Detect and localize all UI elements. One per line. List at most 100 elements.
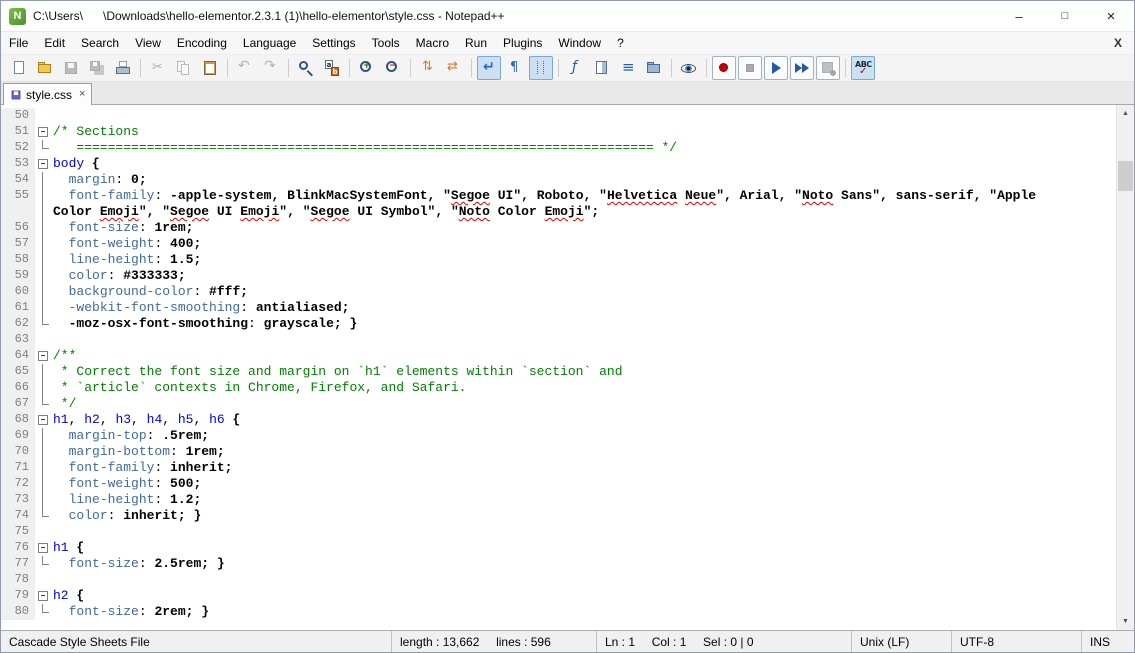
code-text[interactable]: font-family: inherit; <box>51 460 232 476</box>
sync-horizontal-scroll-button[interactable] <box>442 56 466 80</box>
code-text[interactable]: font-size: 2.5rem; } <box>51 556 225 572</box>
menu-item-settings[interactable]: Settings <box>304 32 363 54</box>
menu-item-window[interactable]: Window <box>550 32 609 54</box>
menu-item-help[interactable]: ? <box>609 32 632 54</box>
code-text[interactable]: * `article` contexts in Chrome, Firefox,… <box>51 380 466 396</box>
close-button[interactable]: × <box>1088 1 1134 31</box>
code-text[interactable]: color: #333333; <box>51 268 186 284</box>
copy-icon <box>175 59 193 77</box>
spell-check-button[interactable] <box>851 56 875 80</box>
code-text[interactable]: font-family: -apple-system, BlinkMacSyst… <box>51 188 1036 204</box>
code-text[interactable]: */ <box>51 396 76 412</box>
zoom-out-button[interactable] <box>381 56 405 80</box>
print-button[interactable] <box>111 56 135 80</box>
minimize-button[interactable]: – <box>996 1 1042 31</box>
code-text[interactable]: * Correct the font size and margin on `h… <box>51 364 623 380</box>
scrollbar-thumb[interactable] <box>1118 161 1133 191</box>
code-text[interactable]: /* Sections <box>51 124 139 140</box>
code-text[interactable]: background-color: #fff; <box>51 284 248 300</box>
maximize-button[interactable]: □ <box>1042 1 1088 31</box>
function-list-button[interactable] <box>564 56 588 80</box>
find-button[interactable] <box>294 56 318 80</box>
menu-item-file[interactable]: File <box>1 32 36 54</box>
code-text[interactable]: margin: 0; <box>51 172 147 188</box>
fold-toggle-icon[interactable] <box>35 412 51 428</box>
open-file-button[interactable] <box>33 56 57 80</box>
fold-toggle-icon[interactable] <box>35 156 51 172</box>
code-line-58: 58 line-height: 1.5; <box>1 252 1117 268</box>
menubar-close-icon[interactable]: X <box>1102 36 1134 50</box>
vertical-scrollbar[interactable]: ▲ ▼ <box>1116 105 1134 630</box>
code-text[interactable]: body { <box>51 156 100 172</box>
code-text[interactable]: line-height: 1.5; <box>51 252 201 268</box>
cut-button[interactable] <box>146 56 170 80</box>
macro-playback-button[interactable] <box>764 56 788 80</box>
copy-button[interactable] <box>172 56 196 80</box>
macro-run-multiple-button[interactable] <box>790 56 814 80</box>
code-text[interactable] <box>51 332 53 348</box>
code-text[interactable]: -moz-osx-font-smoothing: grayscale; } <box>51 316 357 332</box>
code-text[interactable]: h1 { <box>51 540 84 556</box>
code-text[interactable]: margin-bottom: 1rem; <box>51 444 225 460</box>
macro-stop-button[interactable] <box>738 56 762 80</box>
fold-toggle-icon[interactable] <box>35 588 51 604</box>
menu-item-tools[interactable]: Tools <box>364 32 408 54</box>
show-all-characters-button[interactable] <box>503 56 527 80</box>
tab-style-css[interactable]: style.css × <box>3 83 92 105</box>
menu-item-plugins[interactable]: Plugins <box>495 32 550 54</box>
code-text[interactable]: h2 { <box>51 588 84 604</box>
code-text[interactable]: font-size: 2rem; } <box>51 604 209 620</box>
code-text[interactable]: color: inherit; } <box>51 508 201 524</box>
code-text[interactable]: line-height: 1.2; <box>51 492 201 508</box>
code-text[interactable] <box>51 524 53 540</box>
folder-as-workspace-button[interactable] <box>642 56 666 80</box>
tab-close-icon[interactable]: × <box>79 89 85 100</box>
code-text[interactable]: -webkit-font-smoothing: antialiased; <box>51 300 349 316</box>
code-text[interactable]: h1, h2, h3, h4, h5, h6 { <box>51 412 240 428</box>
code-text[interactable]: ========================================… <box>51 140 677 156</box>
new-file-button[interactable] <box>7 56 31 80</box>
undo-button[interactable] <box>233 56 257 80</box>
code-text[interactable]: /** <box>51 348 76 364</box>
scroll-down-icon[interactable]: ▼ <box>1117 613 1134 630</box>
replace-button[interactable] <box>320 56 344 80</box>
redo-button[interactable] <box>259 56 283 80</box>
menu-item-macro[interactable]: Macro <box>408 32 457 54</box>
code-text[interactable] <box>51 572 53 588</box>
code-text[interactable]: margin-top: .5rem; <box>51 428 209 444</box>
editor[interactable]: 5051/* Sections52 ======================… <box>1 105 1134 630</box>
code-text[interactable]: font-size: 1rem; <box>51 220 193 236</box>
fold-toggle-icon[interactable] <box>35 348 51 364</box>
code-text[interactable]: font-weight: 400; <box>51 236 201 252</box>
menu-item-view[interactable]: View <box>127 32 169 54</box>
code-line-77: 77 font-size: 2.5rem; } <box>1 556 1117 572</box>
indent-guide-button[interactable] <box>529 56 553 80</box>
menu-item-encoding[interactable]: Encoding <box>169 32 235 54</box>
sync-vertical-scroll-button[interactable] <box>416 56 440 80</box>
document-list-button[interactable] <box>616 56 640 80</box>
macro-record-button[interactable] <box>712 56 736 80</box>
code-text[interactable]: Color Emoji", "Segoe UI Emoji", "Segoe U… <box>51 204 599 220</box>
macro-save-button[interactable] <box>816 56 840 80</box>
menu-item-language[interactable]: Language <box>235 32 304 54</box>
scroll-up-icon[interactable]: ▲ <box>1117 105 1134 122</box>
line-number: 69 <box>1 428 35 444</box>
fold-toggle-icon[interactable] <box>35 124 51 140</box>
zoom-in-button[interactable] <box>355 56 379 80</box>
code-text[interactable]: font-weight: 500; <box>51 476 201 492</box>
menu-item-edit[interactable]: Edit <box>36 32 73 54</box>
fold-toggle-icon[interactable] <box>35 540 51 556</box>
paste-button[interactable] <box>198 56 222 80</box>
monitoring-button[interactable] <box>677 56 701 80</box>
code-line-68: 68h1, h2, h3, h4, h5, h6 { <box>1 412 1117 428</box>
status-insert-mode[interactable]: INS <box>1081 631 1134 652</box>
document-map-button[interactable] <box>590 56 614 80</box>
code-area[interactable]: 5051/* Sections52 ======================… <box>1 105 1117 630</box>
save-button[interactable] <box>59 56 83 80</box>
word-wrap-button[interactable] <box>477 56 501 80</box>
menu-item-search[interactable]: Search <box>73 32 127 54</box>
code-text[interactable] <box>51 108 53 124</box>
menu-item-run[interactable]: Run <box>457 32 495 54</box>
code-line-wrap: Color Emoji", "Segoe UI Emoji", "Segoe U… <box>1 204 1117 220</box>
save-all-button[interactable] <box>85 56 109 80</box>
